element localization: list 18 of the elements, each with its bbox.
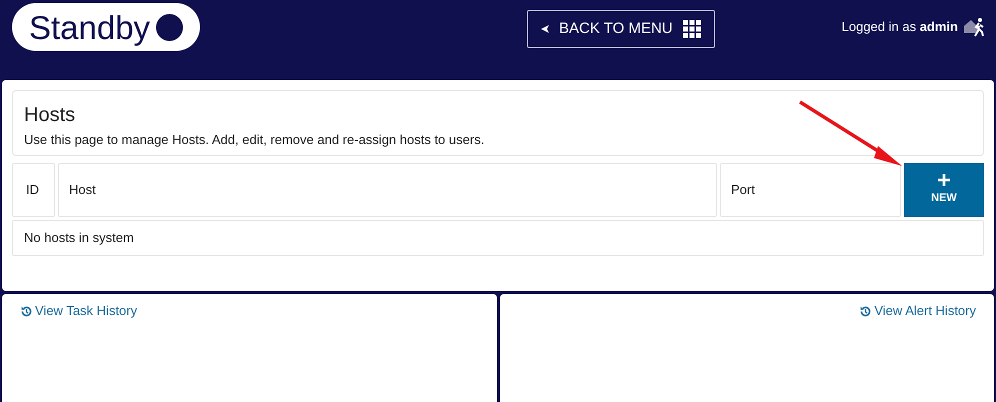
left-arrow-icon — [540, 25, 549, 33]
back-to-menu-button[interactable]: BACK TO MENU — [526, 10, 715, 48]
history-icon — [859, 304, 872, 318]
page-title: Hosts — [24, 103, 76, 128]
empty-message: No hosts in system — [24, 229, 134, 248]
grid-icon — [682, 20, 701, 38]
column-header: Host — [58, 163, 717, 217]
logo[interactable]: Standby — [12, 3, 200, 51]
page-description: Use this page to manage Hosts. Add, edit, remove and re-assign hosts to users. — [24, 131, 486, 149]
login-status: Logged in as admin — [842, 18, 958, 36]
history-link[interactable]: View Alert History — [859, 303, 976, 319]
plus-icon — [938, 174, 950, 186]
column-header: ID — [12, 163, 55, 217]
column-header: Port — [720, 163, 901, 217]
history-icon — [20, 304, 33, 318]
home-walking-person-icon[interactable] — [964, 17, 986, 37]
new-button[interactable]: NEW — [904, 163, 984, 217]
history-link[interactable]: View Task History — [20, 303, 138, 319]
